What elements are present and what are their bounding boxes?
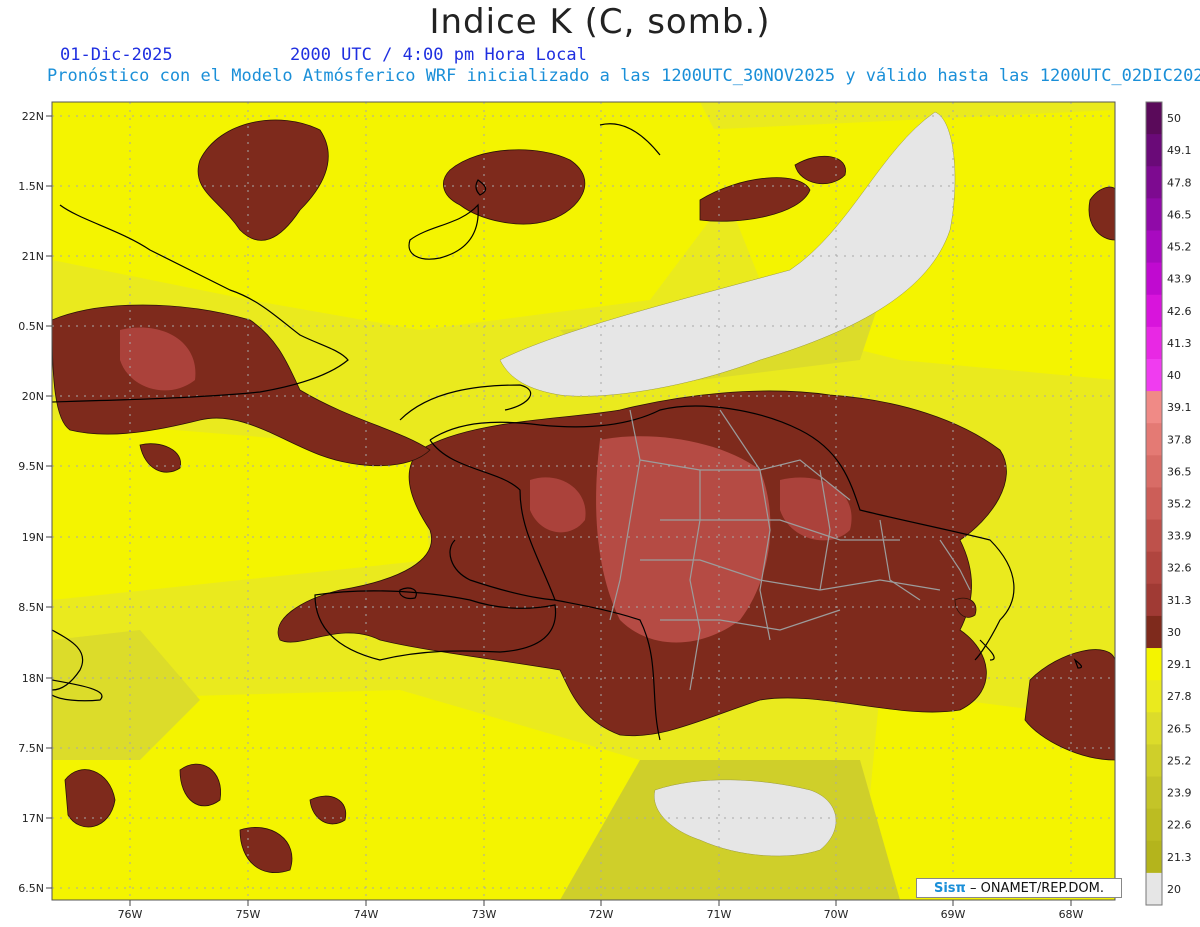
colorbar-label: 32.6 <box>1167 562 1192 575</box>
colorbar-swatch <box>1146 487 1162 521</box>
colorbar-label: 23.9 <box>1167 787 1192 800</box>
lon-label: 76W <box>118 908 143 921</box>
lon-label: 69W <box>941 908 966 921</box>
colorbar-swatch <box>1146 808 1162 842</box>
map-canvas: 22N 1.5N 21N 0.5N 20N 9.5N 19N 8.5N 18N … <box>18 101 1192 921</box>
colorbar-swatch <box>1146 648 1162 681</box>
colorbar-label: 26.5 <box>1167 722 1192 735</box>
colorbar-label: 21.3 <box>1167 851 1192 864</box>
lat-label: 21N <box>22 250 44 263</box>
colorbar-swatch <box>1146 712 1162 745</box>
colorbar-swatch <box>1146 198 1162 231</box>
lat-label: 20N <box>22 390 44 403</box>
lat-label: 22N <box>22 110 44 123</box>
colorbar-swatch <box>1146 551 1162 585</box>
credit-box: Sisπ – ONAMET/REP.DOM. <box>916 878 1122 898</box>
colorbar-swatch <box>1146 166 1162 199</box>
longitude-labels: 76W 75W 74W 73W 72W 71W 70W 69W 68W <box>118 908 1084 921</box>
lon-label: 72W <box>589 908 614 921</box>
colorbar-label: 35.2 <box>1167 498 1192 511</box>
colorbar-swatch <box>1146 294 1162 328</box>
colorbar-swatch <box>1146 102 1162 135</box>
lat-label: 8.5N <box>18 601 44 614</box>
colorbar-label: 36.5 <box>1167 465 1192 478</box>
colorbar-swatch <box>1146 680 1162 713</box>
colorbar-swatch <box>1146 519 1162 553</box>
colorbar-swatch <box>1146 423 1162 456</box>
colorbar-label: 22.6 <box>1167 819 1192 832</box>
colorbar-swatch <box>1146 391 1162 424</box>
colorbar-label: 20 <box>1167 883 1181 896</box>
colorbar-label: 31.3 <box>1167 594 1192 607</box>
lat-label: 17N <box>22 812 44 825</box>
colorbar-label: 40 <box>1167 369 1181 382</box>
colorbar-label: 25.2 <box>1167 754 1192 767</box>
colorbar-label: 33.9 <box>1167 530 1192 543</box>
lat-label: 6.5N <box>18 882 44 895</box>
lon-label: 71W <box>707 908 732 921</box>
lat-label: 19N <box>22 531 44 544</box>
colorbar-swatch <box>1146 230 1162 264</box>
colorbar-label: 46.5 <box>1167 208 1192 221</box>
colorbar-swatch <box>1146 326 1162 360</box>
colorbar-label: 49.1 <box>1167 144 1192 157</box>
colorbar-label: 41.3 <box>1167 337 1192 350</box>
colorbar-label: 45.2 <box>1167 241 1192 254</box>
lat-label: 9.5N <box>18 460 44 473</box>
colorbar-swatch <box>1146 776 1162 810</box>
colorbar-swatch <box>1146 744 1162 778</box>
colorbar-swatch <box>1146 583 1162 617</box>
colorbar-label: 47.8 <box>1167 176 1192 189</box>
colorbar-swatch <box>1146 872 1162 906</box>
colorbar-label: 42.6 <box>1167 305 1192 318</box>
colorbar-label: 50 <box>1167 112 1181 125</box>
lat-label: 18N <box>22 672 44 685</box>
colorbar: 50 49.1 47.8 46.5 45.2 43.9 42.6 41.3 40 39.1 37.8… <box>1145 101 1192 906</box>
lon-label: 74W <box>354 908 379 921</box>
colorbar-swatch <box>1146 134 1162 167</box>
colorbar-swatch <box>1146 358 1162 392</box>
lon-label: 68W <box>1059 908 1084 921</box>
latitude-labels: 22N 1.5N 21N 0.5N 20N 9.5N 19N 8.5N 18N … <box>18 110 44 895</box>
credit-org: – ONAMET/REP.DOM. <box>969 881 1104 896</box>
colorbar-swatch <box>1146 262 1162 296</box>
colorbar-label: 30 <box>1167 626 1181 639</box>
k-index-field <box>52 102 1115 900</box>
colorbar-label: 43.9 <box>1167 273 1192 286</box>
colorbar-label: 39.1 <box>1167 401 1192 414</box>
lon-label: 70W <box>824 908 849 921</box>
lon-label: 73W <box>472 908 497 921</box>
colorbar-label: 29.1 <box>1167 658 1192 671</box>
colorbar-swatch <box>1146 615 1162 649</box>
colorbar-swatch <box>1146 840 1162 874</box>
lon-label: 75W <box>236 908 261 921</box>
lat-label: 7.5N <box>18 742 44 755</box>
colorbar-label: 37.8 <box>1167 433 1192 446</box>
lat-label: 1.5N <box>18 180 44 193</box>
colorbar-label: 27.8 <box>1167 690 1192 703</box>
lat-label: 0.5N <box>18 320 44 333</box>
colorbar-swatch <box>1146 455 1162 488</box>
sis-logo-text: Sisπ <box>933 881 966 896</box>
